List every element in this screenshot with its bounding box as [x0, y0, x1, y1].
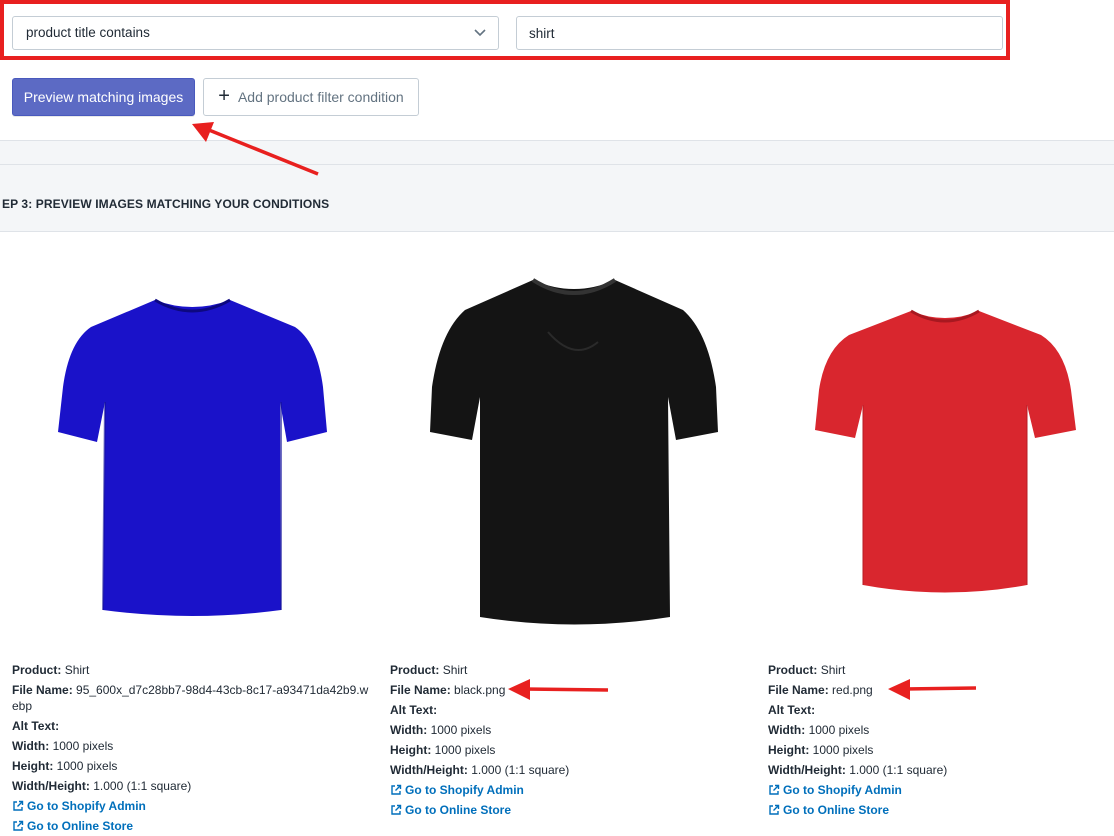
add-filter-condition-label: Add product filter condition [237, 89, 404, 105]
file-name-label: File Name: [390, 683, 451, 697]
height-label: Height: [390, 743, 432, 757]
height-row: Height: 1000 pixels [12, 756, 372, 776]
online-store-link[interactable]: Go to Online Store [12, 816, 372, 836]
alt-text-row: Alt Text: [768, 700, 1114, 720]
height-row: Height: 1000 pixels [390, 740, 750, 760]
add-filter-condition-button[interactable]: + Add product filter condition [203, 78, 419, 116]
width-row: Width: 1000 pixels [12, 736, 372, 756]
step-title: EP 3: PREVIEW IMAGES MATCHING YOUR CONDI… [2, 197, 330, 211]
condition-value-input[interactable] [516, 16, 1003, 50]
width-row: Width: 1000 pixels [390, 720, 750, 740]
condition-select[interactable]: product title contains [12, 16, 499, 50]
file-name-value: red.png [832, 683, 873, 697]
width-row: Width: 1000 pixels [768, 720, 1114, 740]
alt-text-row: Alt Text: [390, 700, 750, 720]
product-label: Product: [768, 663, 818, 677]
online-store-link[interactable]: Go to Online Store [768, 800, 1114, 820]
file-name-label: File Name: [12, 683, 73, 697]
width-value: 1000 pixels [808, 723, 870, 737]
product-value: Shirt [820, 663, 846, 677]
ratio-label: Width/Height: [390, 763, 468, 777]
ratio-row: Width/Height: 1.000 (1:1 square) [390, 760, 750, 780]
external-link-icon [769, 784, 780, 795]
alt-text-row: Alt Text: [12, 716, 372, 736]
external-link-icon [391, 784, 402, 795]
file-name-label: File Name: [768, 683, 829, 697]
condition-select-value: product title contains [26, 25, 150, 40]
online-store-link[interactable]: Go to Online Store [390, 800, 750, 820]
preview-matching-images-button[interactable]: Preview matching images [12, 78, 195, 116]
online-store-link-label: Go to Online Store [27, 819, 134, 833]
ratio-row: Width/Height: 1.000 (1:1 square) [12, 776, 372, 796]
chevron-down-icon [474, 17, 486, 49]
product-card-2: Product: Shirt File Name: black.png Alt … [390, 660, 750, 820]
shopify-admin-link-label: Go to Shopify Admin [783, 783, 902, 797]
product-row: Product: Shirt [12, 660, 372, 680]
ratio-value: 1.000 (1:1 square) [93, 779, 192, 793]
height-row: Height: 1000 pixels [768, 740, 1114, 760]
height-value: 1000 pixels [56, 759, 118, 773]
file-name-value: black.png [454, 683, 506, 697]
product-card-1: Product: Shirt File Name: 95_600x_d7c28b… [12, 660, 372, 836]
width-label: Width: [390, 723, 428, 737]
height-value: 1000 pixels [812, 743, 874, 757]
ratio-row: Width/Height: 1.000 (1:1 square) [768, 760, 1114, 780]
shopify-admin-link-label: Go to Shopify Admin [405, 783, 524, 797]
external-link-icon [769, 804, 780, 815]
width-value: 1000 pixels [430, 723, 492, 737]
alt-text-label: Alt Text: [12, 719, 60, 733]
product-row: Product: Shirt [768, 660, 1114, 680]
ratio-value: 1.000 (1:1 square) [849, 763, 948, 777]
shopify-admin-link[interactable]: Go to Shopify Admin [390, 780, 750, 800]
width-label: Width: [12, 739, 50, 753]
alt-text-label: Alt Text: [768, 703, 816, 717]
ratio-label: Width/Height: [12, 779, 90, 793]
ratio-value: 1.000 (1:1 square) [471, 763, 570, 777]
product-image-red-shirt [815, 309, 1076, 593]
shopify-admin-link[interactable]: Go to Shopify Admin [768, 780, 1114, 800]
alt-text-label: Alt Text: [390, 703, 438, 717]
product-value: Shirt [64, 663, 90, 677]
product-image-blue-shirt [58, 298, 327, 616]
plus-icon: + [218, 85, 230, 107]
width-value: 1000 pixels [52, 739, 114, 753]
external-link-icon [13, 800, 24, 811]
external-link-icon [391, 804, 402, 815]
online-store-link-label: Go to Online Store [783, 803, 890, 817]
width-label: Width: [768, 723, 806, 737]
file-name-row: File Name: red.png [768, 680, 1114, 700]
file-name-row: File Name: 95_600x_d7c28bb7-98d4-43cb-8c… [12, 680, 372, 716]
band-divider [0, 164, 1114, 165]
ratio-label: Width/Height: [768, 763, 846, 777]
height-label: Height: [768, 743, 810, 757]
shopify-admin-link-label: Go to Shopify Admin [27, 799, 146, 813]
external-link-icon [13, 820, 24, 831]
product-image-black-shirt [430, 278, 718, 625]
product-label: Product: [390, 663, 440, 677]
file-name-row: File Name: black.png [390, 680, 750, 700]
height-label: Height: [12, 759, 54, 773]
product-card-3: Product: Shirt File Name: red.png Alt Te… [768, 660, 1114, 820]
product-value: Shirt [442, 663, 468, 677]
shopify-admin-link[interactable]: Go to Shopify Admin [12, 796, 372, 816]
step-band: EP 3: PREVIEW IMAGES MATCHING YOUR CONDI… [0, 140, 1114, 232]
product-row: Product: Shirt [390, 660, 750, 680]
online-store-link-label: Go to Online Store [405, 803, 512, 817]
product-label: Product: [12, 663, 62, 677]
height-value: 1000 pixels [434, 743, 496, 757]
